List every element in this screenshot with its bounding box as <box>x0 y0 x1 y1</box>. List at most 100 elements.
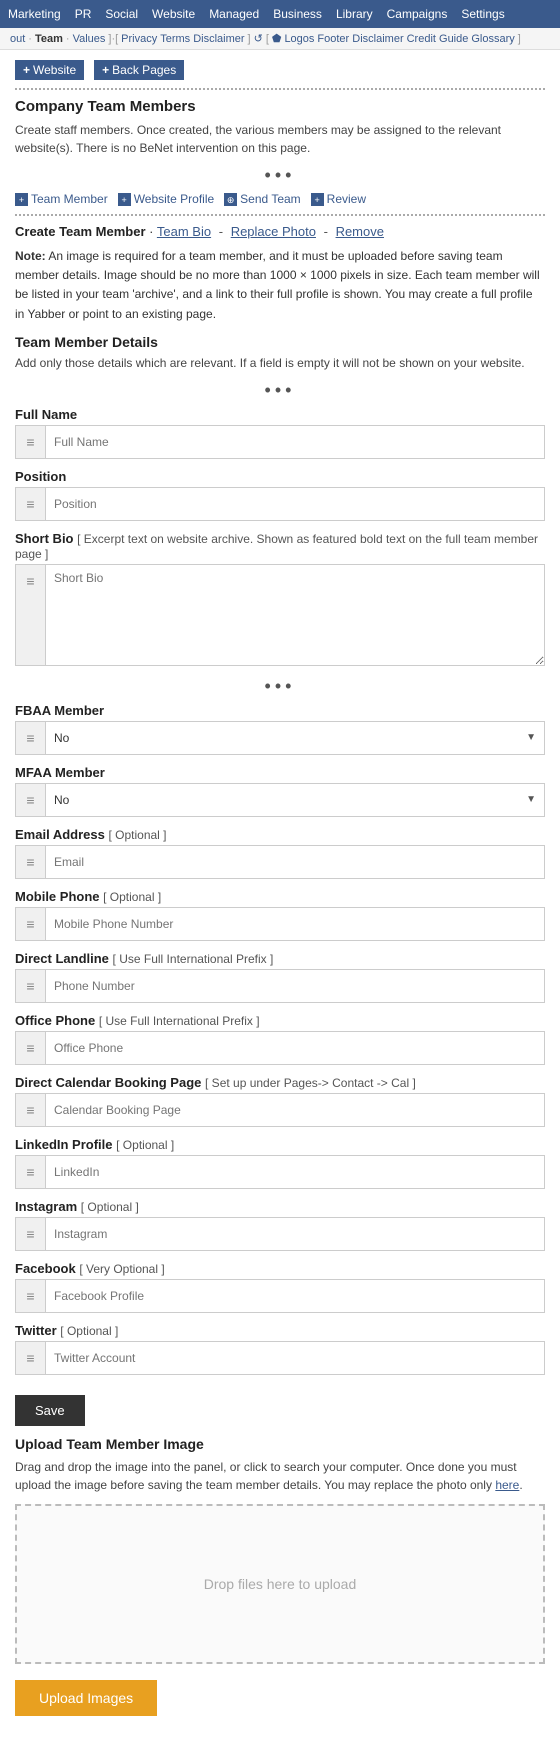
instagram-field-group: Instagram [ Optional ] ≡ <box>15 1199 545 1251</box>
linkedin-handle-icon: ≡ <box>16 1156 46 1188</box>
drop-zone[interactable]: Drop files here to upload <box>15 1504 545 1664</box>
mfaa-select[interactable]: No Yes <box>46 784 544 816</box>
breadcrumb-user-icon: ⬟ <box>272 32 282 45</box>
add-back-pages-button[interactable]: Back Pages <box>94 60 184 80</box>
nav-item-marketing[interactable]: Marketing <box>8 7 61 21</box>
breadcrumb: out · Team · Values ]·[ Privacy Terms Di… <box>0 28 560 50</box>
twitter-label: Twitter [ Optional ] <box>15 1323 545 1338</box>
upload-section-title: Upload Team Member Image <box>15 1436 545 1452</box>
instagram-label-note: [ Optional ] <box>81 1200 139 1214</box>
breadcrumb-logos[interactable]: Logos <box>284 33 314 45</box>
team-member-details-title: Team Member Details <box>15 334 545 350</box>
upload-images-button[interactable]: Upload Images <box>15 1680 157 1716</box>
linkedin-label-note: [ Optional ] <box>116 1138 174 1152</box>
short-bio-field-group: Short Bio [ Excerpt text on website arch… <box>15 531 545 666</box>
fbaa-handle-icon: ≡ <box>16 722 46 754</box>
create-links-bar: Create Team Member · Team Bio - Replace … <box>15 224 545 239</box>
office-phone-label-note: [ Use Full International Prefix ] <box>99 1014 260 1028</box>
breadcrumb-terms[interactable]: Terms <box>160 33 190 45</box>
mobile-phone-field-group: Mobile Phone [ Optional ] ≡ <box>15 889 545 941</box>
office-phone-input-row: ≡ <box>15 1031 545 1065</box>
save-button[interactable]: Save <box>15 1395 85 1426</box>
breadcrumb-refresh-icon[interactable]: ↺ <box>254 32 263 45</box>
remove-link[interactable]: Remove <box>336 224 384 239</box>
breadcrumb-team[interactable]: Team <box>35 33 63 45</box>
calendar-booking-handle-icon: ≡ <box>16 1094 46 1126</box>
calendar-booking-field-group: Direct Calendar Booking Page [ Set up un… <box>15 1075 545 1127</box>
facebook-label-note: [ Very Optional ] <box>79 1262 164 1276</box>
full-name-label: Full Name <box>15 407 545 422</box>
breadcrumb-credit-guide[interactable]: Credit Guide <box>407 33 469 45</box>
breadcrumb-privacy[interactable]: Privacy <box>121 33 157 45</box>
nav-item-managed[interactable]: Managed <box>209 7 259 21</box>
office-phone-handle-icon: ≡ <box>16 1032 46 1064</box>
twitter-field-group: Twitter [ Optional ] ≡ <box>15 1323 545 1375</box>
team-bio-link[interactable]: Team Bio <box>157 224 211 239</box>
nav-item-library[interactable]: Library <box>336 7 373 21</box>
email-handle-icon: ≡ <box>16 846 46 878</box>
short-bio-with-handle: ≡ <box>16 565 544 665</box>
twitter-input[interactable] <box>46 1342 544 1374</box>
full-name-input[interactable] <box>46 426 544 458</box>
email-input[interactable] <box>46 846 544 878</box>
team-member-icon: + <box>15 193 28 206</box>
position-input[interactable] <box>46 488 544 520</box>
sub-nav: + Team Member + Website Profile ⊕ Send T… <box>15 192 545 206</box>
email-label: Email Address [ Optional ] <box>15 827 545 842</box>
replace-photo-link[interactable]: Replace Photo <box>231 224 316 239</box>
office-phone-field-group: Office Phone [ Use Full International Pr… <box>15 1013 545 1065</box>
mobile-phone-input-row: ≡ <box>15 907 545 941</box>
linkedin-input[interactable] <box>46 1156 544 1188</box>
facebook-input[interactable] <box>46 1280 544 1312</box>
instagram-label: Instagram [ Optional ] <box>15 1199 545 1214</box>
nav-item-business[interactable]: Business <box>273 7 322 21</box>
direct-landline-handle-icon: ≡ <box>16 970 46 1002</box>
top-navigation: Marketing PR Social Website Managed Busi… <box>0 0 560 28</box>
mfaa-select-wrapper: No Yes <box>46 784 544 816</box>
short-bio-note: [ Excerpt text on website archive. Shown… <box>15 532 538 561</box>
facebook-input-row: ≡ <box>15 1279 545 1313</box>
short-bio-label: Short Bio [ Excerpt text on website arch… <box>15 531 545 561</box>
full-name-input-row: ≡ <box>15 425 545 459</box>
linkedin-input-row: ≡ <box>15 1155 545 1189</box>
nav-item-social[interactable]: Social <box>105 7 138 21</box>
office-phone-input[interactable] <box>46 1032 544 1064</box>
nav-item-campaigns[interactable]: Campaigns <box>387 7 448 21</box>
breadcrumb-values[interactable]: Values <box>73 33 106 45</box>
sub-nav-website-profile[interactable]: + Website Profile <box>118 192 214 206</box>
nav-item-settings[interactable]: Settings <box>461 7 504 21</box>
sub-nav-team-member[interactable]: + Team Member <box>15 192 108 206</box>
direct-landline-input-row: ≡ <box>15 969 545 1003</box>
instagram-input-row: ≡ <box>15 1217 545 1251</box>
mfaa-handle-icon: ≡ <box>16 784 46 816</box>
mfaa-field-group: MFAA Member ≡ No Yes <box>15 765 545 817</box>
here-link[interactable]: here <box>495 1478 519 1492</box>
website-profile-icon: + <box>118 193 131 206</box>
breadcrumb-disclaimer[interactable]: Disclaimer <box>193 33 244 45</box>
position-label: Position <box>15 469 545 484</box>
direct-landline-label-note: [ Use Full International Prefix ] <box>113 952 274 966</box>
main-content: Website Back Pages Company Team Members … <box>0 50 560 1746</box>
short-bio-textarea[interactable] <box>46 565 544 665</box>
breadcrumb-footer-disclaimer[interactable]: Footer Disclaimer <box>317 33 403 45</box>
sub-nav-send-team[interactable]: ⊕ Send Team <box>224 192 301 206</box>
direct-landline-input[interactable] <box>46 970 544 1002</box>
sub-nav-review[interactable]: + Review <box>311 192 366 206</box>
fbaa-select-wrapper: No Yes <box>46 722 544 754</box>
mobile-phone-handle-icon: ≡ <box>16 908 46 940</box>
calendar-booking-input[interactable] <box>46 1094 544 1126</box>
direct-landline-field-group: Direct Landline [ Use Full International… <box>15 951 545 1003</box>
short-bio-handle-icon: ≡ <box>16 565 46 665</box>
breadcrumb-out[interactable]: out <box>10 33 25 45</box>
instagram-input[interactable] <box>46 1218 544 1250</box>
dots-menu-2: ••• <box>15 380 545 401</box>
facebook-label: Facebook [ Very Optional ] <box>15 1261 545 1276</box>
add-website-button[interactable]: Website <box>15 60 84 80</box>
fbaa-select[interactable]: No Yes <box>46 722 544 754</box>
breadcrumb-glossary[interactable]: Glossary <box>471 33 514 45</box>
nav-item-website[interactable]: Website <box>152 7 195 21</box>
mobile-phone-input[interactable] <box>46 908 544 940</box>
full-name-handle-icon: ≡ <box>16 426 46 458</box>
linkedin-field-group: LinkedIn Profile [ Optional ] ≡ <box>15 1137 545 1189</box>
nav-item-pr[interactable]: PR <box>75 7 92 21</box>
